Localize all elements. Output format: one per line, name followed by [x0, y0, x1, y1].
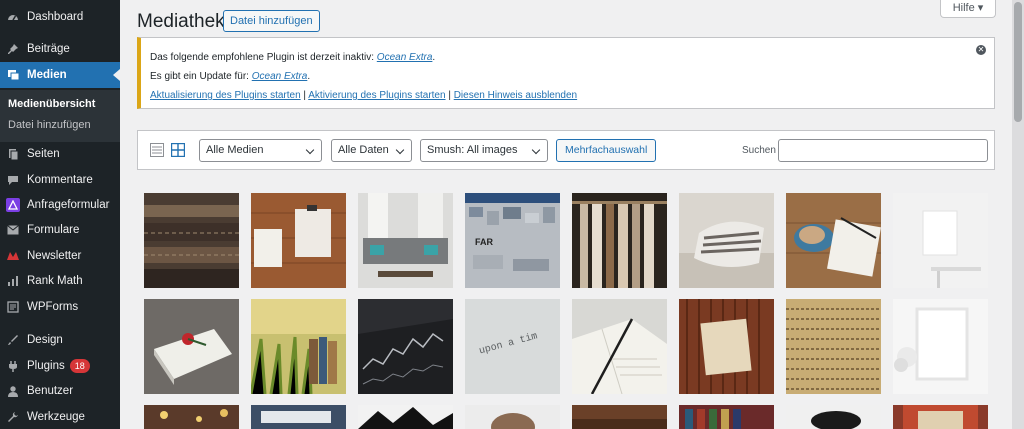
submenu-media-library[interactable]: Medienübersicht — [8, 98, 95, 110]
sidebar-item-label: Werkzeuge — [27, 411, 85, 423]
sidebar-item-newsletter[interactable]: Newsletter — [0, 243, 120, 269]
media-item[interactable] — [893, 193, 988, 288]
sidebar-item-media[interactable]: Medien — [0, 62, 120, 88]
sidebar-item-inquiry-form[interactable]: Anfrageformular — [0, 192, 120, 218]
sidebar-item-users[interactable]: Benutzer — [0, 378, 120, 404]
chart-icon — [6, 274, 20, 288]
media-item[interactable] — [251, 405, 346, 429]
notice-actions: Aktualisierung des Plugins starten | Akt… — [150, 90, 578, 101]
media-item[interactable] — [358, 299, 453, 394]
sidebar-item-posts[interactable]: Beiträge — [0, 36, 120, 62]
media-item[interactable]: FAR — [465, 193, 560, 288]
ocean-extra-update-link[interactable]: Ocean Extra — [252, 71, 308, 82]
smush-filter[interactable]: Smush: All images — [420, 139, 548, 162]
media-toolbar: Alle Medien Alle Daten Smush: All images… — [137, 130, 995, 170]
sidebar-item-label: Formulare — [27, 224, 80, 236]
mail-icon — [6, 223, 20, 237]
sidebar-item-label: Benutzer — [27, 385, 74, 397]
sidebar-item-label: Design — [27, 334, 63, 346]
start-plugin-update-link[interactable]: Aktualisierung des Plugins starten — [150, 90, 301, 101]
wpforms-icon — [6, 300, 20, 314]
sidebar-item-pages[interactable]: Seiten — [0, 141, 120, 167]
scrollbar-thumb[interactable] — [1014, 2, 1022, 122]
page-title: Mediathek — [137, 11, 225, 32]
media-item[interactable] — [144, 299, 239, 394]
media-item[interactable] — [465, 405, 560, 429]
dashboard-icon — [6, 10, 20, 24]
page-scrollbar[interactable] — [1012, 0, 1024, 429]
brush-icon — [6, 333, 20, 347]
sidebar-item-tools[interactable]: Werkzeuge — [0, 404, 120, 429]
plugin-icon — [6, 359, 20, 373]
media-item[interactable]: upon a tim — [465, 299, 560, 394]
search-input[interactable] — [778, 139, 988, 162]
sidebar-item-forms[interactable]: Formulare — [0, 217, 120, 243]
media-item[interactable] — [572, 299, 667, 394]
newsletter-icon — [6, 249, 20, 263]
svg-text:FAR: FAR — [475, 237, 494, 247]
user-icon — [6, 384, 20, 398]
media-item[interactable] — [786, 193, 881, 288]
sidebar-item-label: WPForms — [27, 301, 79, 313]
sidebar-item-label: Kommentare — [27, 174, 93, 186]
media-submenu: Medienübersicht Datei hinzufügen — [0, 90, 120, 142]
media-item[interactable] — [144, 193, 239, 288]
date-filter[interactable]: Alle Daten — [331, 139, 412, 162]
media-icon — [6, 68, 20, 82]
sidebar-item-label: Rank Math — [27, 275, 83, 287]
sidebar-item-plugins[interactable]: Plugins 18 — [0, 353, 120, 379]
media-item[interactable] — [679, 405, 774, 429]
pages-icon — [6, 147, 20, 161]
submenu-add-file[interactable]: Datei hinzufügen — [8, 119, 91, 131]
media-item[interactable] — [144, 405, 239, 429]
admin-sidebar: Dashboard Beiträge Medien Medienübersich… — [0, 0, 120, 429]
media-item[interactable] — [679, 299, 774, 394]
sidebar-item-label: Dashboard — [27, 11, 84, 23]
plugin-notice: Das folgende empfohlene Plugin ist derze… — [137, 37, 995, 109]
sidebar-item-wpforms[interactable]: WPForms — [0, 294, 120, 320]
plugins-update-badge: 18 — [69, 359, 90, 373]
ocean-extra-link[interactable]: Ocean Extra — [377, 52, 433, 63]
media-item[interactable] — [572, 193, 667, 288]
dismiss-notice-link[interactable]: Diesen Hinweis ausblenden — [454, 90, 577, 101]
search-label: Suchen — [742, 145, 776, 156]
help-tab-button[interactable]: Hilfe ▾ — [940, 0, 996, 18]
comments-icon — [6, 173, 20, 187]
media-item[interactable] — [358, 193, 453, 288]
list-view-icon[interactable] — [150, 143, 164, 157]
sidebar-item-label: Newsletter — [27, 250, 82, 262]
sidebar-item-design[interactable]: Design — [0, 327, 120, 353]
sidebar-item-label: Medien — [27, 69, 67, 81]
sidebar-item-label: Plugins — [27, 360, 65, 372]
media-item[interactable] — [358, 405, 453, 429]
media-item[interactable] — [786, 405, 881, 429]
close-icon[interactable]: ✕ — [976, 45, 986, 55]
media-item[interactable] — [251, 193, 346, 288]
sidebar-item-dashboard[interactable]: Dashboard — [0, 4, 120, 30]
add-file-button[interactable]: Datei hinzufügen — [223, 10, 320, 32]
sidebar-item-label: Anfrageformular — [27, 199, 110, 211]
media-item[interactable] — [572, 405, 667, 429]
wrench-icon — [6, 410, 20, 424]
grid-view-icon[interactable] — [171, 143, 185, 157]
bulk-select-button[interactable]: Mehrfachauswahl — [556, 139, 657, 162]
media-item[interactable] — [251, 299, 346, 394]
notice-line-update: Es gibt ein Update für: Ocean Extra. — [150, 71, 311, 82]
sidebar-item-rank-math[interactable]: Rank Math — [0, 268, 120, 294]
media-item[interactable] — [679, 193, 774, 288]
media-item[interactable] — [786, 299, 881, 394]
activate-plugin-link[interactable]: Aktivierung des Plugins starten — [308, 90, 445, 101]
sidebar-item-label: Seiten — [27, 148, 60, 160]
sidebar-item-comments[interactable]: Kommentare — [0, 167, 120, 193]
sidebar-item-label: Beiträge — [27, 43, 70, 55]
media-item[interactable] — [893, 299, 988, 394]
media-item[interactable] — [893, 405, 988, 429]
media-type-filter[interactable]: Alle Medien — [199, 139, 322, 162]
notice-line-inactive: Das folgende empfohlene Plugin ist derze… — [150, 52, 436, 63]
pin-icon — [6, 42, 20, 56]
form-icon — [6, 198, 20, 212]
